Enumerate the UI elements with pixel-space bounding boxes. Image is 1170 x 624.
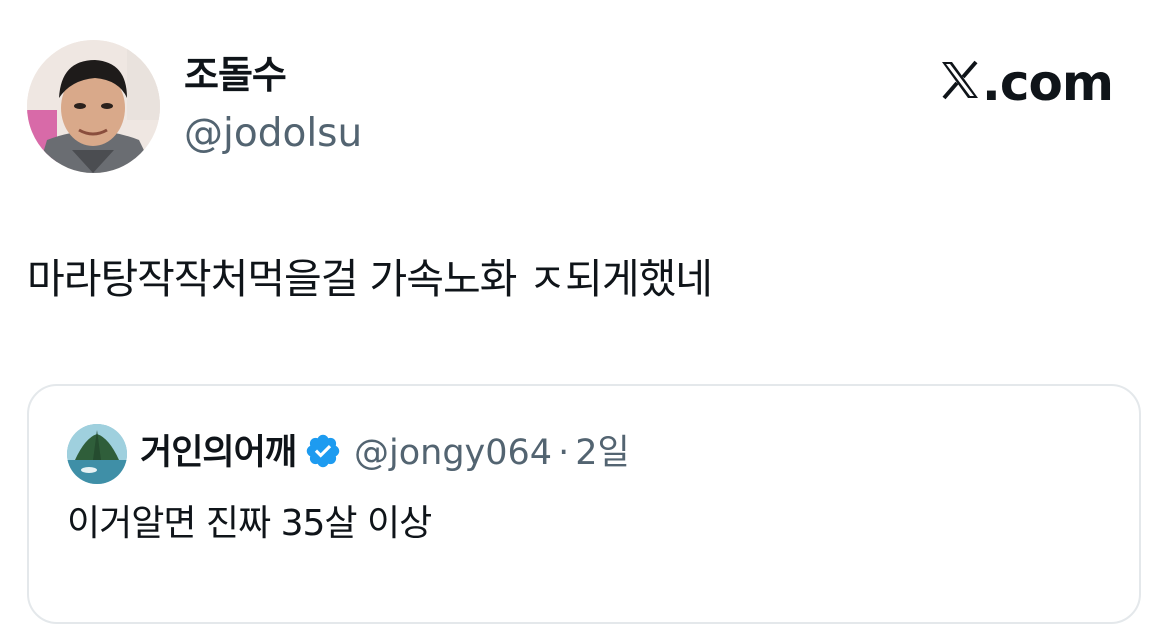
author-handle[interactable]: @jodolsu	[184, 114, 362, 153]
quoted-tweet-header: 거인의어깨 @jongy064 · 2일	[140, 432, 630, 474]
quoted-timestamp[interactable]: 2일	[575, 435, 629, 471]
separator-dot: ·	[558, 432, 570, 473]
tweet-text: 마라탕작작처먹을걸 가속노화 ㅈ되게했네	[27, 255, 713, 303]
x-logo-icon	[940, 58, 980, 108]
verified-badge-icon	[304, 432, 342, 474]
author-display-name[interactable]: 조돌수	[184, 56, 287, 94]
x-com-brand: .com	[940, 54, 1114, 112]
author-avatar[interactable]	[27, 40, 160, 173]
quoted-handle[interactable]: @jongy064	[354, 435, 552, 471]
quoted-tweet-text: 이거알면 진짜 35살 이상	[67, 503, 432, 544]
quoted-display-name[interactable]: 거인의어깨	[140, 435, 297, 471]
brand-domain: .com	[981, 54, 1114, 112]
quoted-author-avatar[interactable]	[67, 424, 127, 484]
quoted-tweet-card[interactable]: 거인의어깨 @jongy064 · 2일 이거알면 진짜 35살 이상	[27, 384, 1141, 624]
